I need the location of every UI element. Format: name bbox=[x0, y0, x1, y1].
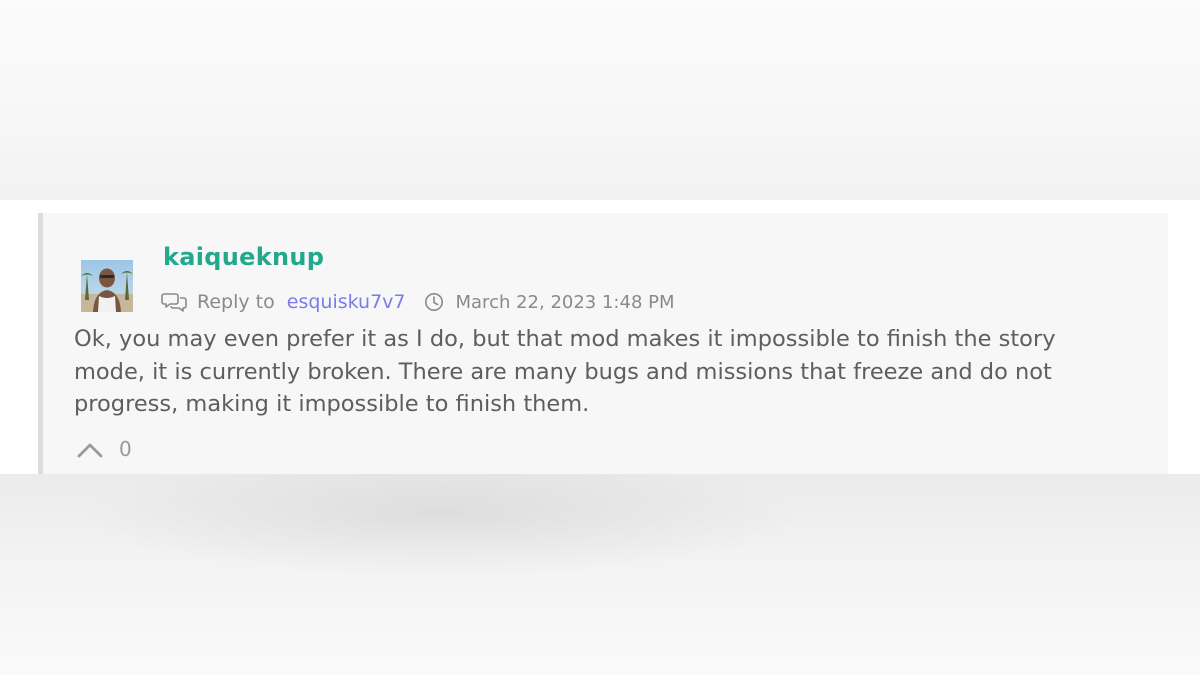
page-background-bottom bbox=[0, 474, 1200, 675]
clock-icon bbox=[424, 293, 443, 311]
chevron-up-icon[interactable] bbox=[77, 440, 103, 460]
avatar[interactable] bbox=[81, 260, 133, 312]
comment-meta: Reply to esquisku7v7 March 22, 2023 1:48… bbox=[161, 289, 675, 315]
comment-timestamp[interactable]: March 22, 2023 1:48 PM bbox=[456, 292, 675, 313]
comment-author[interactable]: kaiqueknup bbox=[163, 241, 324, 273]
reply-to-label: Reply to bbox=[197, 291, 275, 313]
page-background-top bbox=[0, 0, 1200, 200]
avatar-image bbox=[81, 260, 133, 312]
reply-icon bbox=[161, 293, 187, 312]
vote-count: 0 bbox=[119, 437, 132, 461]
comment-card: kaiqueknup Reply to esquisku7v7 March 22… bbox=[38, 213, 1168, 474]
reply-to-user-link[interactable]: esquisku7v7 bbox=[287, 291, 406, 313]
comment-body: Ok, you may even prefer it as I do, but … bbox=[74, 326, 1056, 417]
